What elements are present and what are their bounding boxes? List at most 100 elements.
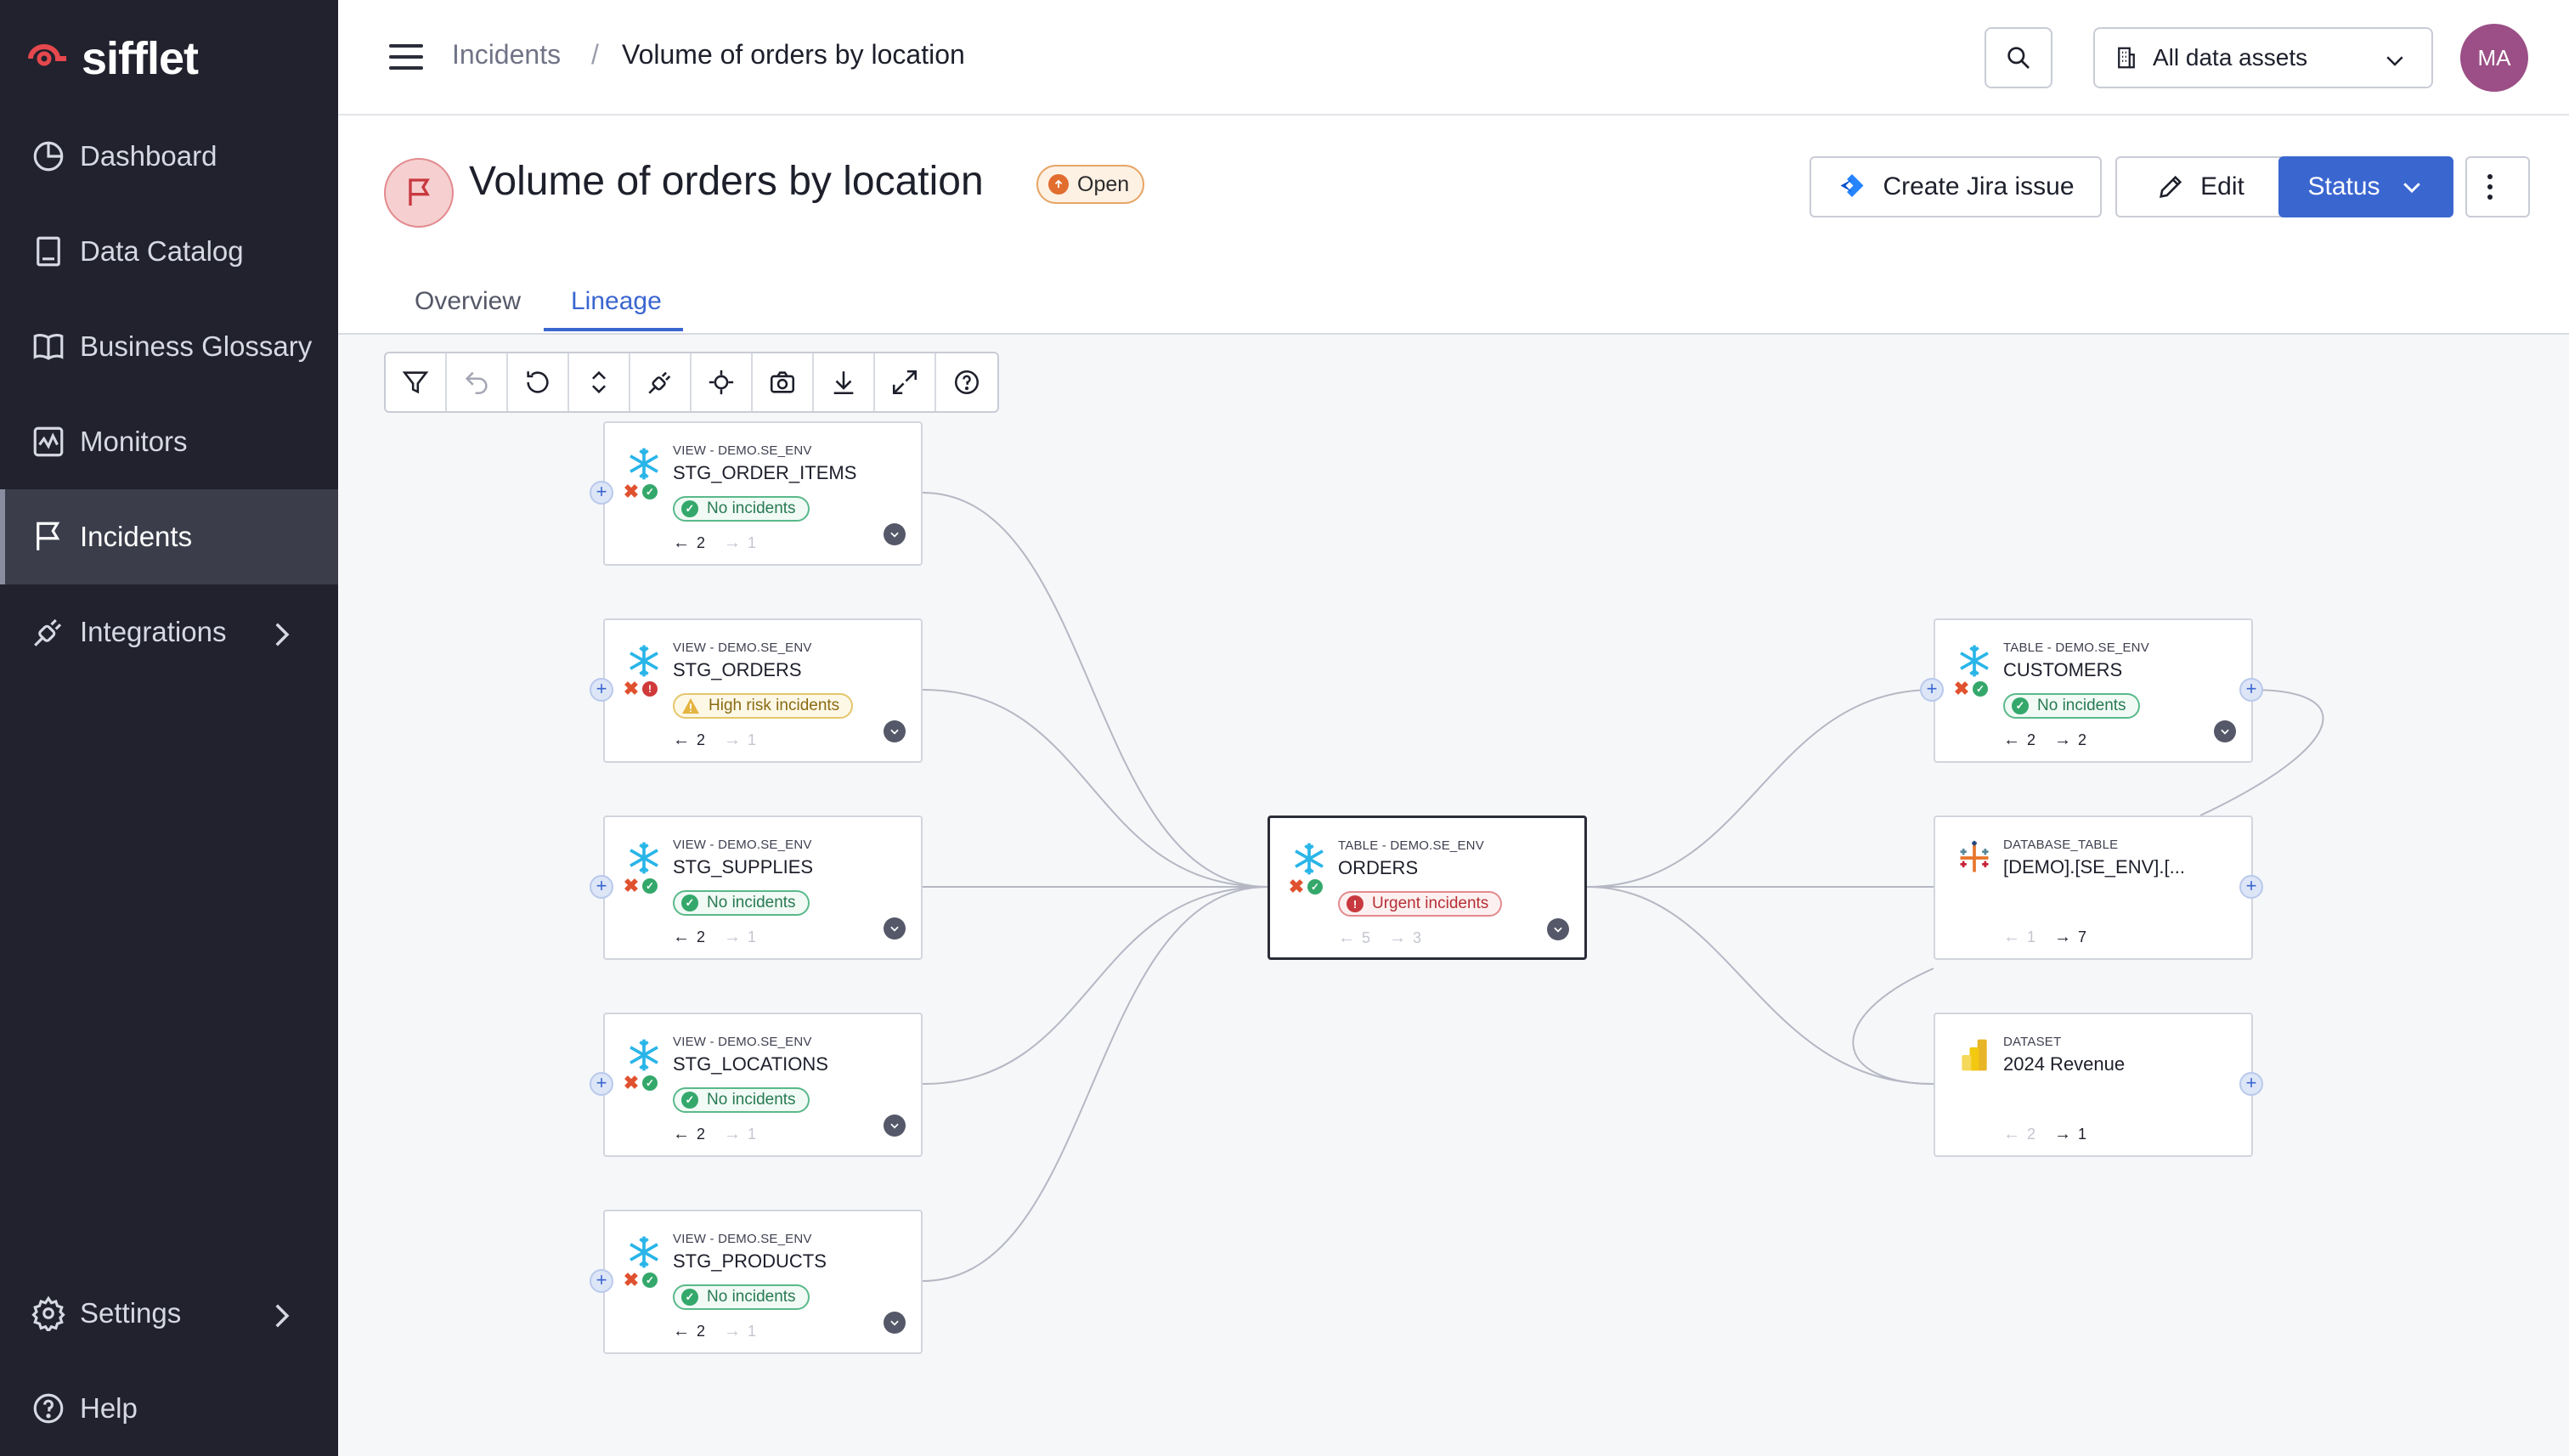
downstream-count-value: 3 [1413, 929, 1422, 946]
node-name: STG_PRODUCTS [673, 1250, 827, 1272]
lineage-node[interactable]: DATABASE_TABLE [DEMO].[SE_ENV].[... ← 1 →… [1934, 815, 2253, 960]
check-circle-icon: ✓ [2012, 697, 2029, 714]
expand-downstream-button[interactable]: + [2239, 678, 2263, 702]
node-type: DATABASE_TABLE [2003, 838, 2119, 852]
arrow-left-icon: ← [2003, 1125, 2020, 1143]
help-button[interactable] [936, 353, 997, 411]
downstream-count[interactable]: → 1 [724, 533, 756, 553]
lineage-node[interactable]: DATASET 2024 Revenue ← 2 → 1 [1934, 1013, 2253, 1157]
snowflake-icon [630, 842, 658, 874]
node-collapse-button[interactable] [884, 917, 906, 940]
incident-status-text: No incidents [2037, 697, 2126, 714]
node-collapse-button[interactable] [884, 523, 906, 545]
downstream-count[interactable]: → 1 [724, 928, 756, 947]
reset-button[interactable] [508, 353, 569, 411]
node-name: ORDERS [1338, 857, 1419, 878]
upstream-count-value: 1 [2027, 928, 2036, 945]
undo-icon [465, 371, 488, 395]
filter-button[interactable] [386, 353, 447, 411]
expand-upstream-button[interactable]: + [1920, 678, 1944, 702]
upstream-count[interactable]: ← 2 [673, 731, 705, 750]
upstream-count[interactable]: ← 5 [1338, 928, 1370, 948]
node-collapse-button[interactable] [884, 720, 906, 742]
arrow-left-icon: ← [1338, 928, 1355, 947]
incident-status-text: No incidents [707, 894, 796, 911]
downstream-count[interactable]: → 1 [724, 1125, 756, 1144]
lineage-node[interactable]: ✖ ✓ VIEW - DEMO.SE_ENV STG_SUPPLIES ✓ No i… [603, 815, 923, 960]
lineage-node[interactable]: ✖ ✓ VIEW - DEMO.SE_ENV STG_ORDER_ITEMS ✓ N… [603, 421, 923, 566]
downstream-count[interactable]: → 3 [1389, 928, 1421, 948]
downstream-count[interactable]: → 1 [2054, 1125, 2086, 1144]
node-type: DATASET [2003, 1035, 2062, 1049]
lineage-node[interactable]: ✖ ✓ VIEW - DEMO.SE_ENV STG_LOCATIONS ✓ No … [603, 1013, 923, 1157]
node-name: STG_LOCATIONS [673, 1053, 828, 1075]
node-counts: ← 2 → 1 [673, 928, 775, 947]
screenshot-button[interactable] [753, 353, 814, 411]
downstream-count[interactable]: → 1 [724, 731, 756, 750]
download-button[interactable] [814, 353, 875, 411]
upstream-count[interactable]: ← 2 [673, 533, 705, 553]
arrow-left-icon: ← [673, 731, 690, 749]
incident-status-text: No incidents [707, 1288, 796, 1306]
arrow-right-icon: → [2054, 928, 2072, 946]
incident-status-pill: ✓ No incidents [673, 890, 810, 916]
downstream-count[interactable]: → 1 [724, 1322, 756, 1341]
downstream-count-value: 1 [748, 928, 757, 945]
expand-upstream-button[interactable]: + [590, 875, 613, 899]
node-counts: ← 5 → 3 [1338, 928, 1440, 948]
center-view-button[interactable] [692, 353, 753, 411]
chevron-down-icon [890, 1320, 899, 1326]
chevron-down-icon [890, 1123, 899, 1129]
downstream-count[interactable]: → 2 [2054, 731, 2086, 750]
upstream-count[interactable]: ← 2 [673, 1322, 705, 1341]
chevrons-vertical-icon [592, 370, 606, 394]
node-collapse-button[interactable] [884, 1115, 906, 1137]
chevron-down-icon [890, 729, 899, 735]
lineage-node[interactable]: ✖ ✓ TABLE - DEMO.SE_ENV CUSTOMERS ✓ No inc… [1934, 618, 2253, 763]
arrow-right-icon: → [2054, 1125, 2072, 1143]
lineage-node[interactable]: ✖ ✓ VIEW - DEMO.SE_ENV STG_PRODUCTS ✓ No i… [603, 1210, 923, 1354]
cross-icon: ✖ [623, 1072, 640, 1093]
downstream-count-value: 1 [748, 534, 757, 551]
upstream-count[interactable]: ← 1 [2003, 928, 2035, 947]
node-collapse-button[interactable] [884, 1312, 906, 1334]
expand-downstream-button[interactable]: + [2239, 1072, 2263, 1096]
upstream-count[interactable]: ← 2 [2003, 1125, 2035, 1144]
undo-button[interactable] [447, 353, 508, 411]
check-icon: ✓ [642, 1273, 658, 1288]
node-type: TABLE - DEMO.SE_ENV [2003, 641, 2149, 655]
node-collapse-button[interactable] [1547, 918, 1569, 940]
upstream-count[interactable]: ← 2 [673, 928, 705, 947]
incident-status-text: No incidents [707, 499, 796, 517]
upstream-count[interactable]: ← 2 [673, 1125, 705, 1144]
downstream-count-value: 1 [748, 1323, 757, 1340]
expand-upstream-button[interactable]: + [590, 678, 613, 702]
downstream-count-value: 2 [2078, 731, 2087, 748]
check-circle-icon: ✓ [681, 1092, 698, 1109]
node-collapse-button[interactable] [2214, 720, 2236, 742]
upstream-count-value: 2 [2027, 731, 2036, 748]
cross-icon: ✖ [623, 678, 640, 699]
expand-upstream-button[interactable]: + [590, 1269, 613, 1293]
expand-collapse-button[interactable] [569, 353, 630, 411]
focus-center-icon [709, 370, 734, 395]
upstream-count-value: 2 [697, 1323, 706, 1340]
fullscreen-button[interactable] [875, 353, 936, 411]
node-type: VIEW - DEMO.SE_ENV [673, 443, 812, 458]
alert-icon: ! [642, 681, 658, 697]
expand-upstream-button[interactable]: + [590, 481, 613, 505]
check-circle-icon: ✓ [681, 1289, 698, 1306]
refresh-icon [527, 371, 549, 393]
expand-downstream-button[interactable]: + [2239, 875, 2263, 899]
lineage-node-focused[interactable]: ✖ ✓ TABLE - DEMO.SE_ENV ORDERS ! Urgent in… [1268, 815, 1587, 960]
upstream-count[interactable]: ← 2 [2003, 731, 2035, 750]
lineage-node[interactable]: ✖! VIEW - DEMO.SE_ENV STG_ORDERS High ri… [603, 618, 923, 763]
check-icon: ✓ [642, 484, 658, 499]
arrow-left-icon: ← [2003, 928, 2020, 946]
downstream-count[interactable]: → 7 [2054, 928, 2086, 947]
integrations-tool-button[interactable] [630, 353, 692, 411]
expand-upstream-button[interactable]: + [590, 1072, 613, 1096]
help-icon [954, 370, 980, 395]
incident-status-pill: ✓ No incidents [673, 1087, 810, 1113]
snowflake-icon [1960, 645, 1989, 677]
